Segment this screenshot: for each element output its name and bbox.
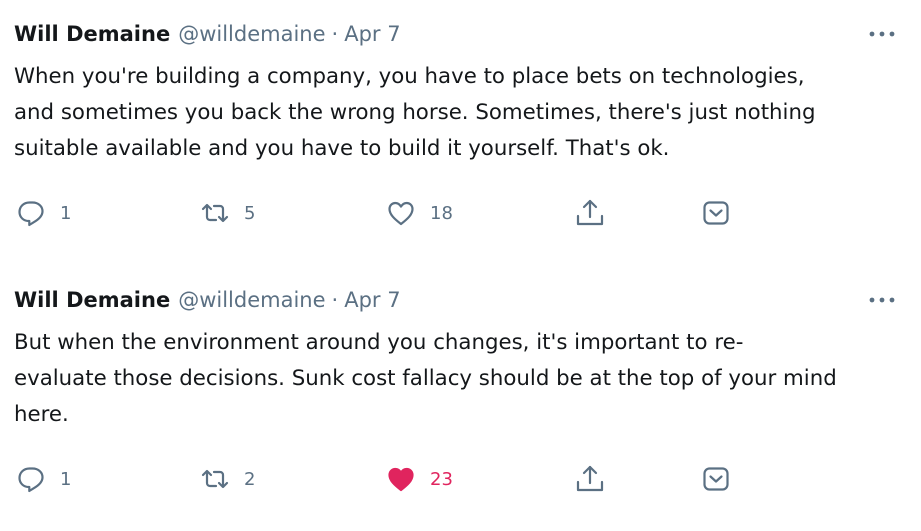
save-button[interactable] [700, 461, 732, 497]
author-handle[interactable]: @willdemaine [178, 288, 325, 312]
heart-icon [388, 467, 414, 492]
reply-icon [18, 467, 44, 493]
more-options-button[interactable] [867, 288, 897, 312]
more-options-button[interactable] [867, 22, 897, 46]
author-name[interactable]: Will Demaine [14, 22, 170, 46]
share-icon [576, 465, 604, 492]
share-button[interactable] [574, 461, 606, 497]
tweet-actions: 1 5 18 [0, 195, 921, 231]
tweet-date[interactable]: Apr 7 [344, 22, 400, 46]
tweet-header: Will Demaine @willdemaine · Apr 7 [14, 285, 401, 315]
tweet[interactable]: Will Demaine @willdemaine · Apr 7 But wh… [0, 266, 921, 531]
like-count: 18 [430, 202, 453, 224]
share-icon [576, 199, 604, 226]
author-handle[interactable]: @willdemaine [178, 22, 325, 46]
reply-button[interactable]: 1 [16, 195, 71, 231]
retweet-count: 5 [244, 202, 256, 224]
like-button[interactable]: 18 [386, 195, 453, 231]
reply-count: 1 [60, 468, 72, 490]
save-icon [703, 201, 729, 225]
reply-button[interactable]: 1 [16, 461, 71, 497]
separator: · [331, 288, 339, 312]
save-icon [703, 467, 729, 491]
like-button[interactable]: 23 [386, 461, 453, 497]
retweet-icon [201, 469, 229, 489]
tweet-date[interactable]: Apr 7 [344, 288, 400, 312]
retweet-button[interactable]: 5 [200, 195, 255, 231]
tweet-text: But when the environment around you chan… [14, 330, 837, 427]
retweet-count: 2 [244, 468, 256, 490]
like-count: 23 [430, 468, 453, 490]
tweet-actions: 1 2 23 [0, 461, 921, 497]
save-button[interactable] [700, 195, 732, 231]
more-icon [869, 31, 895, 37]
author-name[interactable]: Will Demaine [14, 288, 170, 312]
reply-count: 1 [60, 202, 72, 224]
tweet-header: Will Demaine @willdemaine · Apr 7 [14, 19, 401, 49]
retweet-icon [201, 203, 229, 223]
more-icon [869, 297, 895, 303]
retweet-button[interactable]: 2 [200, 461, 255, 497]
tweet[interactable]: Will Demaine @willdemaine · Apr 7 When y… [0, 0, 921, 265]
heart-icon [388, 201, 414, 226]
share-button[interactable] [574, 195, 606, 231]
reply-icon [18, 201, 44, 227]
separator: · [331, 22, 339, 46]
tweet-text: When you're building a company, you have… [14, 64, 816, 161]
